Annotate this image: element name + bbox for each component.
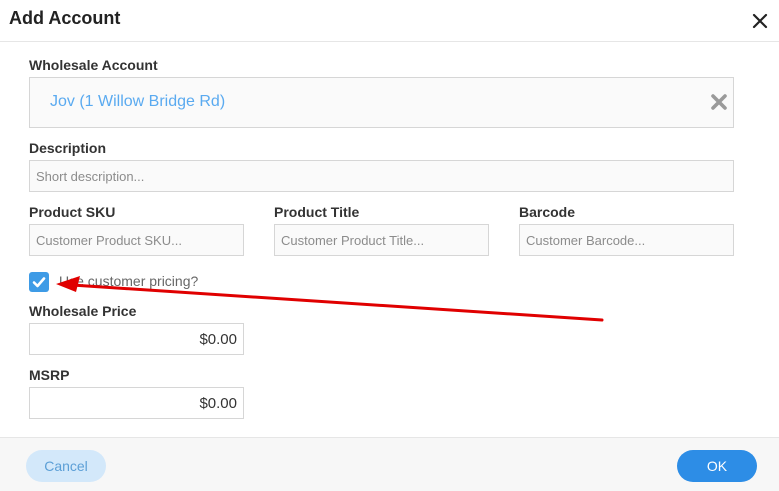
use-customer-pricing-checkbox[interactable] [29,272,49,292]
msrp-input[interactable] [29,387,244,419]
close-button[interactable] [748,9,772,33]
ok-button[interactable]: OK [677,450,757,482]
wholesale-account-value: Jov (1 Willow Bridge Rd) [50,93,226,110]
add-account-dialog: Add Account Wholesale Account Jov (1 Wil… [0,0,779,491]
barcode-label: Barcode [519,204,576,220]
description-label: Description [29,140,107,156]
use-customer-pricing-label: Use customer pricing? [59,273,199,289]
dialog-footer: Cancel OK [0,437,779,491]
close-icon [752,13,768,29]
product-sku-input[interactable] [29,224,244,256]
check-icon [32,277,46,288]
dialog-title: Add Account [9,8,121,28]
clear-icon [711,94,727,110]
dialog-header: Add Account [0,0,779,42]
wholesale-account-label: Wholesale Account [29,57,158,73]
msrp-label: MSRP [29,367,70,383]
description-input[interactable] [29,160,734,192]
product-title-input[interactable] [274,224,489,256]
wholesale-price-input[interactable] [29,323,244,355]
product-title-label: Product Title [274,204,360,220]
product-sku-label: Product SKU [29,204,116,220]
cancel-button[interactable]: Cancel [26,450,106,482]
barcode-input[interactable] [519,224,734,256]
wholesale-price-label: Wholesale Price [29,303,137,319]
clear-account-button[interactable] [710,93,728,111]
wholesale-account-select[interactable]: Jov (1 Willow Bridge Rd) [29,77,734,128]
